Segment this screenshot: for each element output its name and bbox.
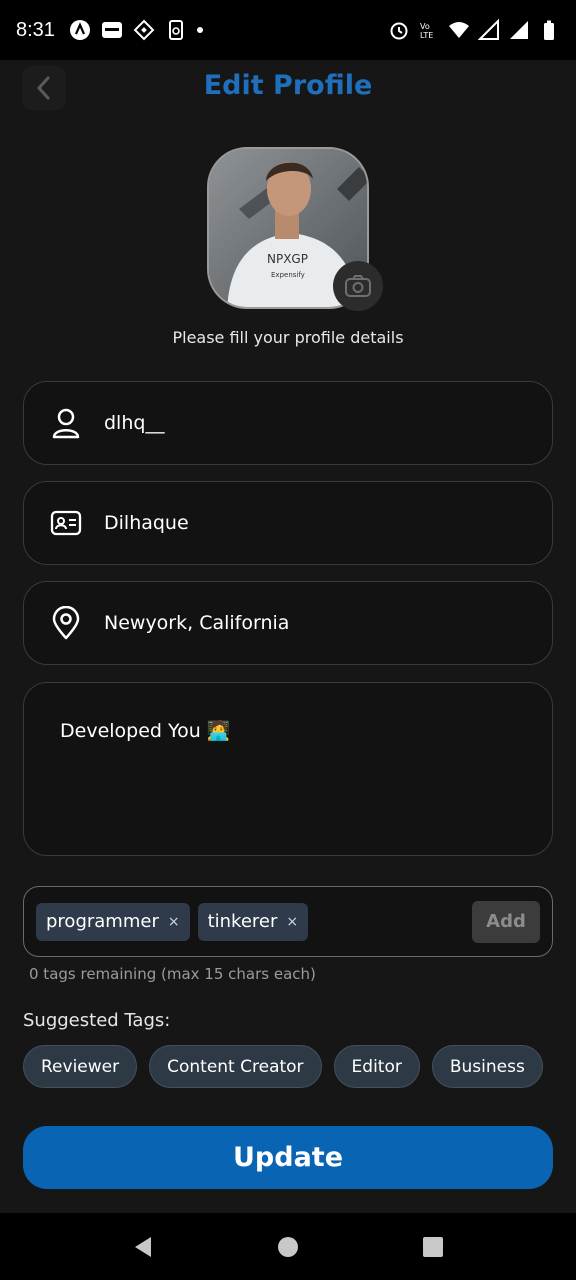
notification-dot-icon	[196, 27, 203, 33]
update-button[interactable]: Update	[23, 1126, 553, 1189]
username-value: dlhq__	[104, 412, 165, 434]
system-nav-bar	[0, 1213, 576, 1280]
nav-recents-icon[interactable]	[421, 1235, 445, 1259]
remove-tag-icon[interactable]: ×	[168, 914, 180, 930]
location-value: Newyork, California	[104, 612, 290, 634]
suggested-tag-business[interactable]: Business	[431, 1045, 543, 1088]
camera-button[interactable]	[333, 261, 383, 311]
header: Edit Profile	[0, 60, 576, 116]
suggested-tag-content-creator[interactable]: Content Creator	[149, 1045, 322, 1088]
tags-input[interactable]: programmer × tinkerer × Add	[23, 886, 553, 957]
remove-tag-icon[interactable]: ×	[286, 914, 298, 930]
n-app-icon	[69, 20, 90, 40]
suggested-tag-reviewer[interactable]: Reviewer	[23, 1045, 138, 1088]
id-card-icon	[50, 507, 82, 539]
status-time: 8:31	[16, 18, 55, 41]
nav-back-icon[interactable]	[131, 1235, 155, 1259]
tag-chip: programmer ×	[36, 902, 190, 941]
bio-field[interactable]: Developed You 🧑‍💻	[23, 682, 553, 856]
tags-hint: 0 tags remaining (max 15 chars each)	[29, 965, 316, 983]
add-tag-button[interactable]: Add	[472, 900, 540, 943]
nav-home-icon[interactable]	[276, 1235, 300, 1259]
svg-text:LTE: LTE	[420, 31, 433, 40]
user-icon	[50, 407, 82, 439]
volte-icon: VoLTE	[420, 22, 433, 40]
tag-label: programmer	[46, 911, 159, 932]
battery-icon	[544, 20, 554, 40]
suggested-tag-editor[interactable]: Editor	[333, 1045, 420, 1088]
page-title: Edit Profile	[203, 70, 373, 101]
status-left-icons	[69, 19, 203, 41]
status-right-icons: Vo LTE	[388, 19, 560, 41]
profile-subtitle: Please fill your profile details	[172, 328, 404, 347]
name-value: Dilhaque	[104, 512, 189, 534]
status-bar: 8:31 Vo LTE	[0, 0, 576, 60]
location-pin-icon	[50, 606, 82, 640]
svg-text:Expensify: Expensify	[271, 271, 305, 279]
signal-icon	[478, 19, 499, 40]
alarm-icon	[390, 22, 408, 40]
bio-value: Developed You 🧑‍💻	[60, 720, 231, 742]
name-field[interactable]: Dilhaque	[23, 481, 553, 565]
svg-text:Vo: Vo	[420, 22, 430, 31]
signal-icon	[510, 21, 528, 39]
location-field[interactable]: Newyork, California	[23, 581, 553, 665]
suggested-tags-heading: Suggested Tags:	[23, 1010, 171, 1031]
tag-chip: tinkerer ×	[197, 902, 309, 941]
blinkit-icon	[101, 22, 122, 38]
suggested-tags-list: Reviewer Content Creator Editor Business	[23, 1045, 543, 1088]
tag-label: tinkerer	[207, 911, 278, 932]
username-field[interactable]: dlhq__	[23, 381, 553, 465]
avatar-wrap: NPXGP Expensify	[207, 147, 383, 311]
camera-icon	[345, 275, 371, 297]
wifi-icon	[449, 22, 469, 38]
binance-icon	[133, 19, 155, 41]
svg-text:NPXGP: NPXGP	[267, 252, 308, 266]
phone-sync-icon	[168, 20, 183, 40]
